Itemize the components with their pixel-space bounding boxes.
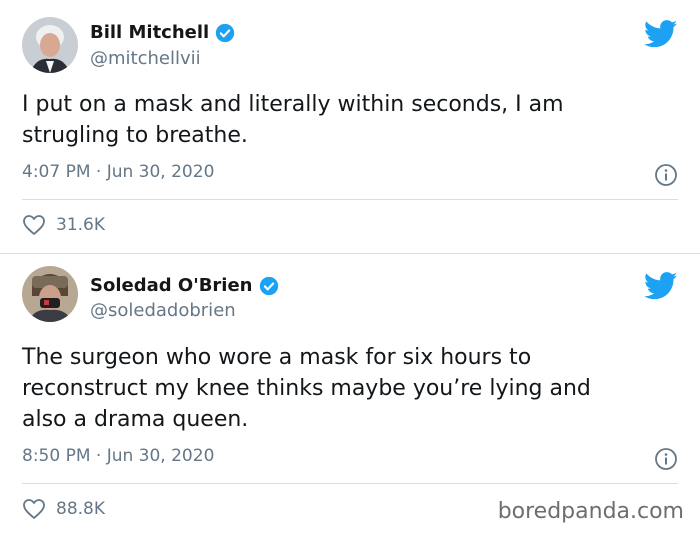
info-icon[interactable] [654,447,678,471]
tweet-timestamp[interactable]: 4:07 PM · Jun 30, 2020 [22,162,214,182]
tweet-card: Bill Mitchell @mitchellvii I put on a ma… [0,0,700,254]
tweet-timestamp[interactable]: 8:50 PM · Jun 30, 2020 [22,446,214,466]
author-name[interactable]: Soledad O'Brien [90,275,279,296]
author-name[interactable]: Bill Mitchell [90,22,235,43]
watermark: boredpanda.com [497,499,684,524]
twitter-bird-icon[interactable] [644,20,678,48]
like-button[interactable]: 88.8K [22,498,105,520]
like-count: 31.6K [56,215,105,235]
info-icon[interactable] [654,163,678,187]
divider [22,483,678,484]
avatar[interactable] [22,17,78,73]
like-button[interactable]: 31.6K [22,214,105,236]
tweet-card: Soledad O'Brien @soledadobrien The surge… [0,254,700,536]
avatar[interactable] [22,266,78,322]
author-handle[interactable]: @mitchellvii [90,48,201,69]
heart-icon[interactable] [22,498,46,520]
author-name-text[interactable]: Soledad O'Brien [90,275,253,296]
author-name-text[interactable]: Bill Mitchell [90,22,209,43]
verified-badge-icon [216,23,235,42]
divider [22,199,678,200]
tweet-text: The surgeon who wore a mask for six hour… [22,345,591,432]
author-handle[interactable]: @soledadobrien [90,300,236,321]
heart-icon[interactable] [22,214,46,236]
twitter-bird-icon[interactable] [644,272,678,300]
like-count: 88.8K [56,499,105,519]
verified-badge-icon [259,276,278,295]
tweet-text: I put on a mask and literally within sec… [22,92,564,148]
